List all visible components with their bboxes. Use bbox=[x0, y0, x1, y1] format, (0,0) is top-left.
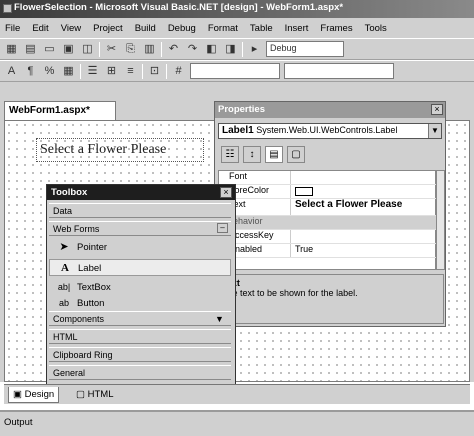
toolbox-item-button[interactable]: ab Button bbox=[49, 297, 231, 309]
object-select[interactable]: Label1 System.Web.UI.WebControls.Label ▼ bbox=[218, 123, 442, 139]
chevron-down-icon[interactable]: ▼ bbox=[428, 124, 441, 138]
categorized-icon[interactable]: ☷ bbox=[221, 146, 239, 163]
output-label: Output bbox=[4, 417, 33, 428]
toolbox-tab-general[interactable]: General bbox=[49, 365, 231, 380]
design-view-icon: ▣ bbox=[13, 389, 22, 400]
property-grid-scrollbar[interactable] bbox=[436, 170, 445, 270]
description-title: Text bbox=[222, 278, 440, 288]
toolbar-separator bbox=[166, 63, 167, 79]
toolbox-tab-web-forms[interactable]: Web Forms bbox=[49, 221, 231, 236]
prop-row-font[interactable]: Font bbox=[219, 171, 437, 185]
app-icon bbox=[3, 4, 12, 13]
prop-row-enabled[interactable]: Enabled True bbox=[219, 244, 437, 258]
button-icon: ab bbox=[58, 298, 69, 308]
toolbox-window: Toolbox × Data Web Forms – ➤ Pointer A L… bbox=[46, 184, 236, 390]
menu-project[interactable]: Project bbox=[93, 23, 123, 34]
menu-edit[interactable]: Edit bbox=[32, 23, 48, 34]
toolbox-item-label[interactable]: A Label bbox=[49, 259, 231, 276]
description-text: The text to be shown for the label. bbox=[222, 288, 358, 298]
save-all-icon[interactable]: ◫ bbox=[80, 42, 95, 57]
toolbar-separator bbox=[80, 63, 81, 79]
properties-window: Properties × Label1 System.Web.UI.WebCon… bbox=[214, 101, 446, 327]
menu-format[interactable]: Format bbox=[208, 23, 238, 34]
tag-icon[interactable]: % bbox=[42, 64, 57, 79]
label1-control[interactable]: Select a Flower Please bbox=[36, 138, 204, 162]
toolbox-title: Toolbox bbox=[47, 185, 235, 200]
redo-icon[interactable]: ↷ bbox=[185, 42, 200, 57]
menu-debug[interactable]: Debug bbox=[168, 23, 196, 34]
property-grid: Font ForeColor Text Select a Flower Plea… bbox=[218, 170, 437, 270]
toolbox-tab-components[interactable]: Components bbox=[49, 311, 231, 326]
menu-bar: File Edit View Project Build Debug Forma… bbox=[0, 18, 474, 38]
menu-build[interactable]: Build bbox=[135, 23, 156, 34]
standard-toolbar: ▦ ▤ ▭ ▣ ◫ ✂ ⎘ ▥ ↶ ↷ ◧ ◨ ▸ Debug bbox=[0, 38, 474, 60]
textbox-icon: ab| bbox=[57, 282, 71, 292]
toolbar-separator bbox=[142, 63, 143, 79]
close-icon[interactable]: × bbox=[431, 104, 443, 115]
paste-icon[interactable]: ▥ bbox=[142, 42, 157, 57]
font-name-select[interactable] bbox=[284, 63, 394, 79]
alphabetical-icon[interactable]: ↕ bbox=[243, 146, 261, 163]
color-swatch bbox=[295, 187, 313, 196]
paragraph-icon[interactable]: ≡ bbox=[123, 64, 138, 79]
close-icon[interactable]: × bbox=[220, 187, 232, 198]
scroll-down-icon[interactable]: ▼ bbox=[215, 314, 224, 324]
view-tabs: ▣ Design ▢ HTML bbox=[4, 384, 470, 404]
save-icon[interactable]: ▣ bbox=[61, 42, 76, 57]
navigate-back-icon[interactable]: ◧ bbox=[204, 42, 219, 57]
toolbox-tab-html[interactable]: HTML bbox=[49, 329, 231, 344]
undo-icon[interactable]: ↶ bbox=[166, 42, 181, 57]
properties-title: Properties bbox=[215, 102, 445, 118]
scroll-up-icon[interactable]: – bbox=[217, 223, 228, 233]
align-icon[interactable]: ☰ bbox=[85, 64, 100, 79]
layout-icon[interactable]: ▦ bbox=[61, 64, 76, 79]
formatting-toolbar: A ¶ % ▦ ☰ ⊞ ≡ ⊡ # bbox=[0, 60, 474, 82]
start-debug-icon[interactable]: ▸ bbox=[247, 42, 262, 57]
table-icon[interactable]: ⊞ bbox=[104, 64, 119, 79]
copy-icon[interactable]: ⎘ bbox=[123, 42, 138, 57]
html-view-icon: ▢ bbox=[76, 389, 85, 400]
menu-view[interactable]: View bbox=[61, 23, 81, 34]
style-icon[interactable]: ¶ bbox=[23, 64, 38, 79]
window-title: FlowerSelection - Microsoft Visual Basic… bbox=[14, 2, 344, 13]
window-title-bar: FlowerSelection - Microsoft Visual Basic… bbox=[0, 0, 474, 18]
menu-insert[interactable]: Insert bbox=[285, 23, 309, 34]
prop-row-forecolor[interactable]: ForeColor bbox=[219, 185, 437, 199]
cut-icon[interactable]: ✂ bbox=[104, 42, 119, 57]
events-icon[interactable]: ▢ bbox=[287, 146, 305, 163]
properties-icon[interactable]: ▤ bbox=[265, 146, 283, 163]
grid-icon[interactable]: ⊡ bbox=[147, 64, 162, 79]
tab-html[interactable]: ▢ HTML bbox=[72, 387, 118, 403]
pointer-icon: ➤ bbox=[59, 241, 69, 253]
toolbar-separator bbox=[242, 41, 243, 57]
prop-row-accesskey[interactable]: AccessKey bbox=[219, 230, 437, 244]
new-project-icon[interactable]: ▦ bbox=[4, 42, 19, 57]
block-format-select[interactable] bbox=[190, 63, 280, 79]
object-type: System.Web.UI.WebControls.Label bbox=[256, 125, 398, 135]
output-panel[interactable]: Output bbox=[0, 410, 474, 436]
open-file-icon[interactable]: ▭ bbox=[42, 42, 57, 57]
menu-table[interactable]: Table bbox=[250, 23, 273, 34]
prop-category-behavior[interactable]: Behavior bbox=[219, 216, 437, 230]
tab-design[interactable]: ▣ Design bbox=[8, 387, 60, 403]
menu-frames[interactable]: Frames bbox=[320, 23, 352, 34]
add-item-icon[interactable]: ▤ bbox=[23, 42, 38, 57]
menu-file[interactable]: File bbox=[5, 23, 20, 34]
prop-row-text[interactable]: Text Select a Flower Please bbox=[219, 199, 437, 216]
toolbar-separator bbox=[99, 41, 100, 57]
toolbar-separator bbox=[161, 41, 162, 57]
label-icon: A bbox=[61, 262, 69, 274]
toolbox-item-pointer[interactable]: ➤ Pointer bbox=[49, 239, 231, 256]
toolbox-tab-clipboard-ring[interactable]: Clipboard Ring bbox=[49, 347, 231, 362]
format-icon[interactable]: A bbox=[4, 64, 19, 79]
snap-icon[interactable]: # bbox=[171, 64, 186, 79]
menu-tools[interactable]: Tools bbox=[365, 23, 387, 34]
property-description: Text The text to be shown for the label. bbox=[218, 274, 444, 324]
object-name: Label1 bbox=[222, 125, 254, 136]
toolbox-item-textbox[interactable]: ab| TextBox bbox=[49, 279, 231, 296]
solution-config-select[interactable]: Debug bbox=[266, 41, 344, 57]
tab-webform1[interactable]: WebForm1.aspx* bbox=[4, 101, 116, 121]
navigate-forward-icon[interactable]: ◨ bbox=[223, 42, 238, 57]
toolbox-tab-data[interactable]: Data bbox=[49, 203, 231, 218]
